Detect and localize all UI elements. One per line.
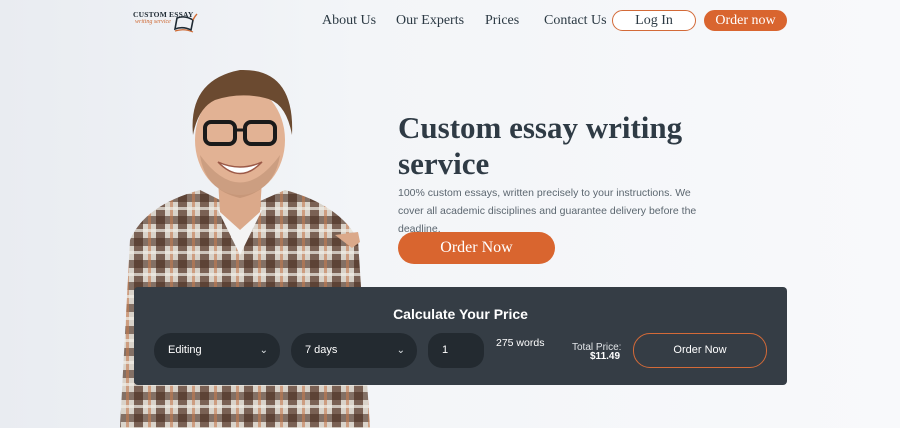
nav-our-experts[interactable]: Our Experts [396,10,464,32]
hero-title: Custom essay writing service [398,110,683,181]
nav-about-us[interactable]: About Us [322,10,376,32]
header-order-button[interactable]: Order now [704,10,787,31]
word-count: 275 words [496,337,545,349]
hero-description: 100% custom essays, written precisely to… [398,187,697,235]
total-price-value: $11.49 [590,351,621,362]
deadline-value: 7 days [305,344,338,356]
deadline-select[interactable]: 7 days ⌄ [291,333,417,368]
nav-contact-us[interactable]: Contact Us [544,10,607,32]
service-type-select[interactable]: Editing ⌄ [154,333,280,368]
nav-prices[interactable]: Prices [485,10,519,32]
site-logo[interactable]: CUSTOM ESSAY writing service [133,8,203,36]
service-type-value: Editing [168,344,202,356]
hero-order-button[interactable]: Order Now [398,232,555,264]
logo-subtitle: writing service [135,19,171,25]
price-calculator: Calculate Your Price Editing ⌄ 7 days ⌄ … [134,287,787,385]
calculator-title: Calculate Your Price [393,306,528,322]
calculator-order-button[interactable]: Order Now [633,333,767,368]
chevron-down-icon: ⌄ [396,345,405,356]
book-icon [173,13,198,33]
pages-input[interactable]: 1 [428,333,484,368]
login-button[interactable]: Log In [612,10,696,31]
chevron-down-icon: ⌄ [259,345,268,356]
